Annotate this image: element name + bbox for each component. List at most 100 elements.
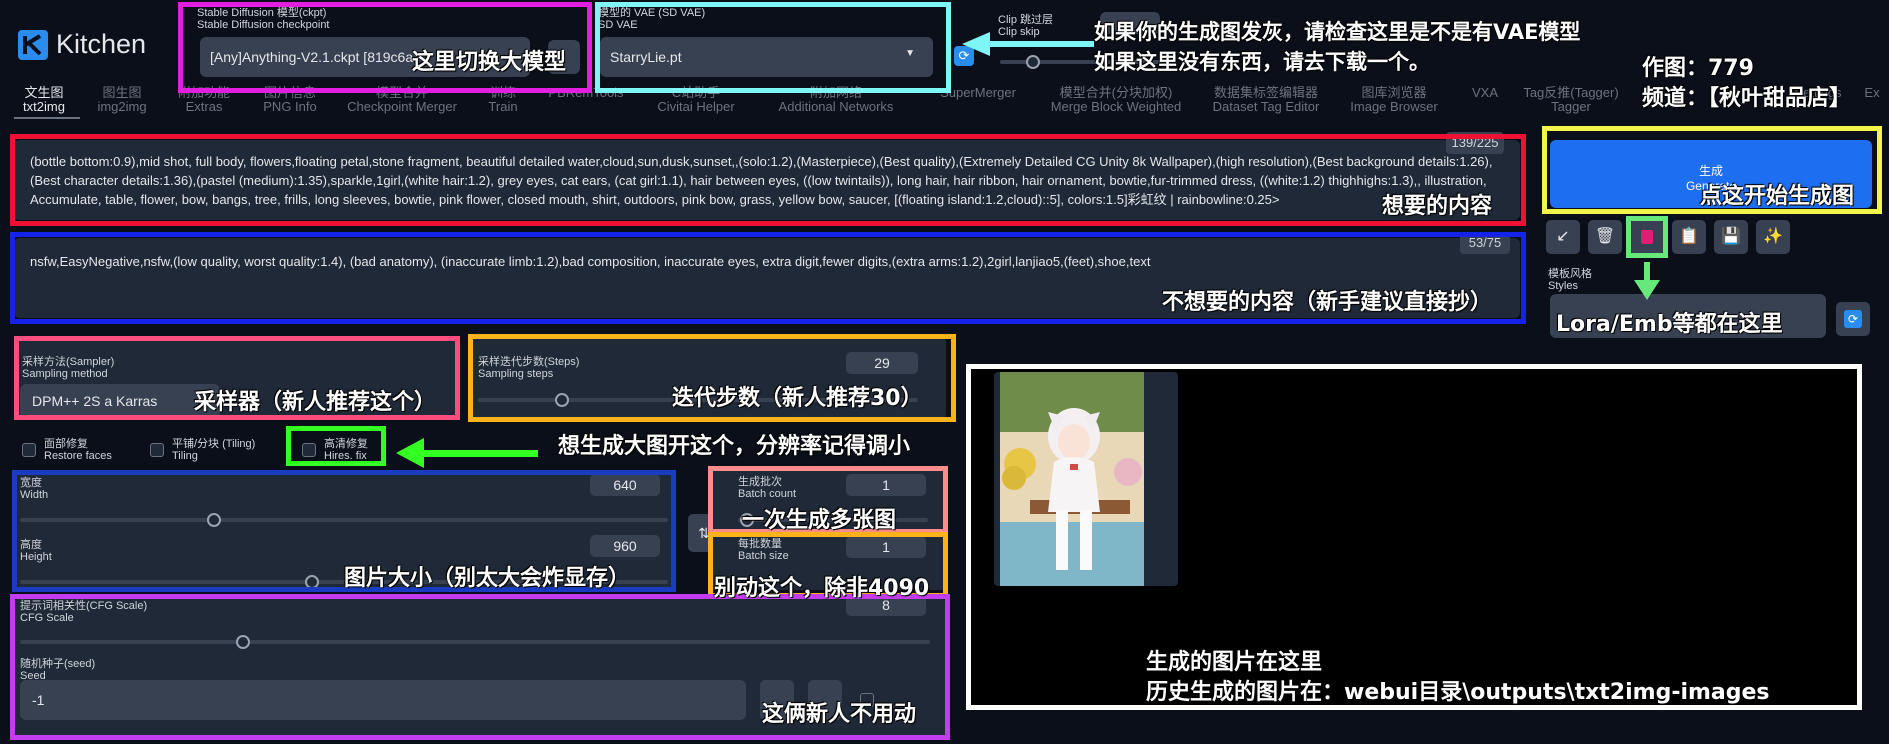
trash-icon: 🗑 <box>1594 228 1616 245</box>
annotation-output-line2: 历史生成的图片在：webui目录\outputs\txt2img-images <box>1146 680 1770 705</box>
annotation-hires: 想生成大图开这个，分辨率记得调小 <box>558 434 911 459</box>
styles-refresh-button[interactable]: ⟳ <box>1836 302 1870 336</box>
kitchen-logo-icon <box>18 30 48 60</box>
sampler-label: 采样方法(Sampler) Sampling method <box>22 356 115 380</box>
tab-checkpoint-merger[interactable]: 模型合并 Checkpoint Merger <box>344 86 460 114</box>
save-style-button[interactable]: 💾 <box>1714 220 1748 254</box>
annotation-batch-size: 别动这个，除非4090 <box>714 576 930 601</box>
batch-count-number[interactable]: 1 <box>846 474 926 496</box>
tab-additional-networks[interactable]: 附加网络 Additional Networks <box>770 86 902 114</box>
negative-prompt-text: nsfw,EasyNegative,nsfw,(low quality, wor… <box>30 254 1151 269</box>
prompt-text: (bottle bottom:0.9),mid shot, full body,… <box>30 154 1493 207</box>
steps-thumb[interactable] <box>554 393 569 407</box>
tab-img2img[interactable]: 图生图 img2img <box>92 86 152 114</box>
annotation-prompt: 想要的内容 <box>1382 194 1493 219</box>
negative-token-counter: 53/75 <box>1460 232 1510 254</box>
restore-faces-checkbox[interactable] <box>22 443 36 457</box>
vae-value: StarryLie.pt <box>610 49 682 65</box>
vae-label: 模型的 VAE (SD VAE) SD VAE <box>598 7 706 31</box>
refresh-icon: ⟳ <box>958 48 970 63</box>
annotation-cfg-seed: 这俩新人不用动 <box>762 702 917 727</box>
vae-dropdown[interactable]: StarryLie.pt ▼ <box>600 37 933 77</box>
annotation-vae-line1: 如果你的生成图发灰，请检查这里是不是有VAE模型 <box>1094 20 1581 44</box>
seed-input[interactable]: -1 <box>20 680 746 720</box>
read-params-button[interactable]: ↙ <box>1546 220 1580 254</box>
cfg-label: 提示词相关性(CFG Scale) CFG Scale <box>20 600 148 624</box>
annotation-ckpt: 这里切换大模型 <box>412 50 567 75</box>
hires-fix-label: 高清修复 Hires. fix <box>324 438 368 462</box>
seed-value: -1 <box>32 692 45 708</box>
hires-fix-checkbox[interactable] <box>302 443 316 457</box>
annotation-negative: 不想要的内容（新手建议直接抄） <box>1162 290 1493 315</box>
cfg-track[interactable] <box>20 640 930 644</box>
tab-png-info[interactable]: 图片信息 PNG Info <box>256 86 324 114</box>
tab-active-underline <box>14 117 80 119</box>
tab-vxa[interactable]: VXA <box>1460 86 1510 100</box>
annotation-author: 作图：779 <box>1642 56 1754 81</box>
height-number[interactable]: 960 <box>590 535 660 557</box>
seed-label: 随机种子(seed) Seed <box>20 658 96 682</box>
ckpt-label: Stable Diffusion 模型(ckpt) Stable Diffusi… <box>197 7 330 31</box>
sampler-dropdown[interactable]: DPM++ 2S a Karras <box>20 384 220 418</box>
clip-skip-thumb[interactable] <box>1026 55 1040 69</box>
annotation-sampler: 采样器（新人推荐这个） <box>194 390 437 415</box>
tiling-checkbox[interactable] <box>150 443 164 457</box>
vae-refresh-button[interactable]: ⟳ <box>954 46 974 66</box>
clip-skip-label: Clip 跳过层 Clip skip <box>998 14 1054 38</box>
clipboard-icon: 📋 <box>1679 228 1699 245</box>
arrow-diagonal-icon: ↙ <box>1556 228 1570 245</box>
restore-faces-label: 面部修复 Restore faces <box>44 438 112 462</box>
tab-supermerger[interactable]: SuperMerger <box>930 86 1026 100</box>
magic-button[interactable]: ✨ <box>1756 220 1790 254</box>
annotation-channel: 频道：【秋叶甜品店】 <box>1642 86 1852 111</box>
tab-merge-block-weighted[interactable]: 模型合并(分块加权) Merge Block Weighted <box>1046 86 1186 114</box>
clear-prompt-button[interactable]: 🗑 <box>1588 220 1622 254</box>
annotation-vae-line2: 如果这里没有东西，请去下载一个。 <box>1094 50 1430 74</box>
height-thumb[interactable] <box>304 575 319 589</box>
app-title: Kitchen <box>56 29 147 59</box>
tab-tagger[interactable]: Tag反推(Tagger) Tagger <box>1522 86 1620 114</box>
annotation-lora: Lora/Emb等都在这里 <box>1556 312 1783 337</box>
tab-civitai-helper[interactable]: C站助手 Civitai Helper <box>648 86 744 114</box>
save-icon: 💾 <box>1721 228 1741 245</box>
output-thumbnail-frame[interactable] <box>994 372 1178 586</box>
batch-size-label: 每批数量 Batch size <box>738 538 789 562</box>
tab-image-browser[interactable]: 图库浏览器 Image Browser <box>1346 86 1442 114</box>
sampler-value: DPM++ 2S a Karras <box>32 393 158 409</box>
width-label: 宽度 Width <box>20 477 49 501</box>
tab-dataset-tag-editor[interactable]: 数据集标签编辑器 Dataset Tag Editor <box>1204 86 1328 114</box>
width-track[interactable] <box>20 518 668 522</box>
extra-networks-icon <box>1641 229 1653 244</box>
apply-style-button[interactable]: 📋 <box>1672 220 1706 254</box>
tab-train[interactable]: 训练 Train <box>478 86 528 114</box>
batch-count-label: 生成批次 Batch count <box>738 476 797 500</box>
annotation-output-line1: 生成的图片在这里 <box>1146 650 1323 675</box>
generate-label-zh: 生成 <box>1698 164 1723 178</box>
batch-size-number[interactable]: 1 <box>846 536 926 558</box>
generated-image[interactable] <box>1000 372 1144 586</box>
steps-label: 采样迭代步数(Steps) Sampling steps <box>478 356 580 380</box>
annotation-batch-count: 一次生成多张图 <box>742 508 897 533</box>
tab-extras[interactable]: 附加功能 Extras <box>174 86 234 114</box>
extra-networks-button[interactable] <box>1630 220 1664 254</box>
app-logo: Kitchen <box>18 28 158 62</box>
tiling-label: 平铺/分块 (Tiling) Tiling <box>172 438 256 462</box>
refresh-icon: ⟳ <box>1844 310 1862 328</box>
annotation-size: 图片大小（别太大会炸显存） <box>344 566 631 591</box>
tab-txt2img[interactable]: 文生图 txt2img <box>14 86 74 114</box>
tab-extensions[interactable]: Ex <box>1858 86 1886 100</box>
chevron-down-icon: ▼ <box>905 48 915 59</box>
tab-pbremtools[interactable]: PBRemTools <box>544 86 628 100</box>
cfg-thumb[interactable] <box>236 635 250 649</box>
styles-label: 模板风格 Styles <box>1548 268 1592 292</box>
height-label: 高度 Height <box>20 539 52 563</box>
annotation-generate: 点这开始生成图 <box>1700 184 1855 209</box>
prompt-textarea[interactable]: (bottle bottom:0.9),mid shot, full body,… <box>14 140 1520 220</box>
prompt-token-counter: 139/225 <box>1446 132 1504 154</box>
arrow-hires <box>396 438 538 468</box>
annotation-steps: 迭代步数（新人推荐30） <box>672 386 923 411</box>
steps-number[interactable]: 29 <box>846 352 918 374</box>
width-number[interactable]: 640 <box>590 474 660 496</box>
ckpt-value: [Any]Anything-V2.1.ckpt [819c6a <box>210 49 414 65</box>
magic-wand-icon: ✨ <box>1763 228 1783 245</box>
